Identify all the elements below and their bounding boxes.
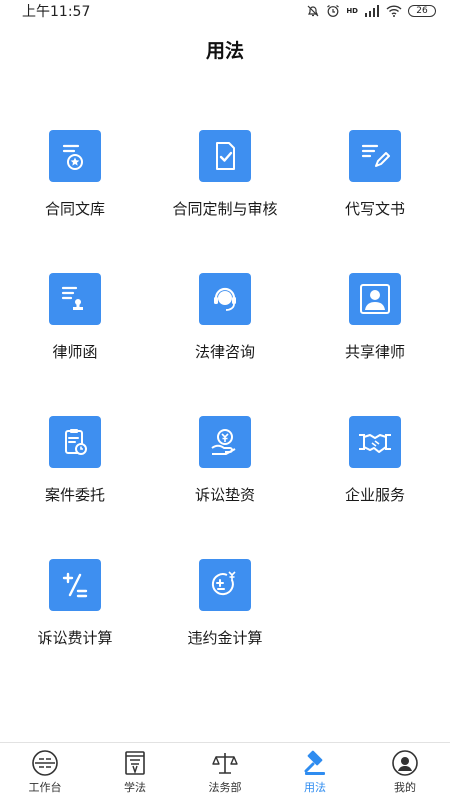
service-litigation-fee-calc[interactable]: 诉讼费计算 (0, 559, 150, 648)
service-label: 合同定制与审核 (172, 200, 278, 218)
legal-dept-icon (211, 749, 239, 777)
service-contract-library[interactable]: 合同文库 (0, 130, 150, 219)
service-label: 诉讼费计算 (37, 629, 113, 647)
contract-library-icon (49, 130, 101, 182)
service-penalty-calc[interactable]: 违约金计算 (150, 559, 300, 648)
service-contract-review[interactable]: 合同定制与审核 (150, 130, 300, 219)
service-label: 律师函 (52, 343, 98, 361)
service-case-entrust[interactable]: 案件委托 (0, 416, 150, 505)
service-label: 代写文书 (344, 200, 405, 218)
tab-workbench[interactable]: 工作台 (0, 743, 90, 801)
service-litigation-funding[interactable]: 诉讼垫资 (150, 416, 300, 505)
tab-label: 我的 (394, 781, 416, 794)
status-icons: HD 26 (306, 4, 436, 18)
tab-study-law[interactable]: 学法 (90, 743, 180, 801)
service-label: 诉讼垫资 (194, 486, 255, 504)
service-label: 合同文库 (44, 200, 105, 218)
workbench-icon (31, 749, 59, 777)
tab-usage[interactable]: 用法 (270, 743, 360, 801)
tab-label: 用法 (304, 781, 326, 794)
penalty-calc-icon (199, 559, 251, 611)
case-entrust-icon (49, 416, 101, 468)
service-label: 法律咨询 (194, 343, 255, 361)
profile-icon (391, 749, 419, 777)
tab-label: 工作台 (28, 781, 62, 794)
service-label: 共享律师 (344, 343, 405, 361)
service-legal-consult[interactable]: 法律咨询 (150, 273, 300, 362)
enterprise-service-icon (349, 416, 401, 468)
hd-label: HD (346, 7, 358, 15)
shared-lawyer-icon (349, 273, 401, 325)
service-label: 企业服务 (344, 486, 405, 504)
service-label: 案件委托 (44, 486, 105, 504)
mute-bell-icon (307, 5, 319, 17)
litigation-fee-calc-icon (49, 559, 101, 611)
legal-consult-icon (199, 273, 251, 325)
signal-icon (365, 5, 379, 17)
study-law-icon (121, 749, 149, 777)
service-label: 违约金计算 (187, 629, 263, 647)
contract-review-icon (199, 130, 251, 182)
bottom-tab-bar: 工作台 学法 法务部 用法 我的 (0, 742, 450, 801)
service-document-writing[interactable]: 代写文书 (300, 130, 450, 219)
tab-label: 法务部 (208, 781, 242, 794)
alarm-icon (327, 5, 340, 17)
status-time: 上午11:57 (22, 4, 91, 20)
status-bar: 上午11:57 HD 26 (0, 0, 450, 22)
service-lawyer-letter[interactable]: 律师函 (0, 273, 150, 362)
battery-indicator: 26 (408, 5, 436, 17)
page-title: 用法 (205, 40, 244, 62)
lawyer-letter-icon (49, 273, 101, 325)
litigation-funding-icon (199, 416, 251, 468)
tab-legal-dept[interactable]: 法务部 (180, 743, 270, 801)
service-shared-lawyer[interactable]: 共享律师 (300, 273, 450, 362)
wifi-icon (386, 5, 402, 17)
tab-label: 学法 (124, 781, 146, 794)
service-enterprise[interactable]: 企业服务 (300, 416, 450, 505)
gavel-icon (301, 749, 329, 777)
document-writing-icon (349, 130, 401, 182)
tab-profile[interactable]: 我的 (360, 743, 450, 801)
